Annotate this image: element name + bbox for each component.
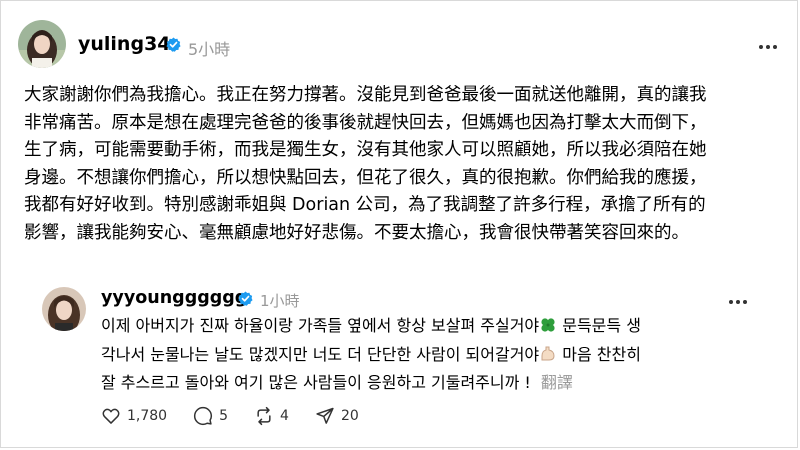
more-horizontal-icon[interactable] <box>728 293 748 305</box>
post-line: 我都有好好收到。特別感謝乖姐與 Dorian 公司，為了我調整了許多行程，承擔了… <box>24 195 706 215</box>
reply-line: 각나서 눈물나는 날도 많겠지만 너도 더 단단한 사람이 되어갈거야 마음 찬… <box>101 342 781 371</box>
comment-icon <box>194 406 213 426</box>
post-line: 生了病，可能需要動手術，而我是獨生女，沒有其他家人可以照顧她，所以我必須陪在她 <box>24 140 707 160</box>
post-line: 非常痛苦。原本是想在處理完爸爸的後事後就趕快回去，但媽媽也因為打擊太大而倒下， <box>24 112 707 133</box>
reply-line-text: 각나서 눈물나는 날도 많겠지만 너도 더 단단한 사람이 되어갈거야 <box>101 344 540 364</box>
like-count: 1,780 <box>127 408 168 424</box>
repost-count: 4 <box>280 408 289 424</box>
reply-avatar[interactable] <box>42 287 86 331</box>
reply-time: 1小時 <box>260 292 300 310</box>
post-avatar[interactable] <box>18 20 66 68</box>
reply-line-text: 잘 추스르고 돌아와 여기 많은 사람들이 응원하고 기둘려주니까 ! <box>101 373 531 392</box>
post-line: 影響，讓我能夠安心、毫無顧慮地好好悲傷。不要太擔心，我會很快帶著笑容回來的。 <box>24 222 689 243</box>
post-body: 大家謝謝你們為我擔心。我正在努力撐著。沒能見到爸爸最後一面就送他離開，真的讓我 … <box>24 82 784 247</box>
verified-badge-icon <box>238 291 253 306</box>
post-time: 5小時 <box>188 40 231 59</box>
post-username[interactable]: yuling34 <box>78 33 171 55</box>
translate-link[interactable]: 翻譯 <box>541 373 573 392</box>
reply-line-text: 이제 아버지가 진짜 하율이랑 가족들 옆에서 항상 보살펴 주실거야 <box>101 316 540 335</box>
send-icon <box>316 407 334 424</box>
comment-count: 5 <box>219 408 229 424</box>
reply-line: 잘 추스르고 돌아와 여기 많은 사람들이 응원하고 기둘려주니까 ! 翻譯 <box>101 370 781 396</box>
reply-line-text: 문득문득 생 <box>557 316 641 335</box>
repost-button[interactable]: 4 <box>254 406 289 426</box>
post-line: 身邊。不想讓你們擔心，所以想快點回去，但花了很久，真的很抱歉。你們給我的應援， <box>24 167 707 188</box>
flexed-biceps-icon <box>539 345 557 371</box>
share-button[interactable]: 20 <box>315 406 359 426</box>
verified-badge-icon <box>166 37 181 52</box>
four-leaf-clover-icon <box>539 316 557 342</box>
like-button[interactable]: 1,780 <box>101 406 167 426</box>
reply-username[interactable]: yyyoungggggg <box>101 288 247 308</box>
post-line: 大家謝謝你們為我擔心。我正在努力撐著。沒能見到爸爸最後一面就送他離開，真的讓我 <box>24 85 707 105</box>
reply-body: 이제 아버지가 진짜 하율이랑 가족들 옆에서 항상 보살펴 주실거야 문득문득… <box>101 313 781 396</box>
comment-button[interactable]: 5 <box>193 406 228 426</box>
action-bar: 1,780 5 4 20 <box>101 405 385 427</box>
reply-line: 이제 아버지가 진짜 하율이랑 가족들 옆에서 항상 보살펴 주실거야 문득문득… <box>101 313 781 342</box>
share-count: 20 <box>340 408 359 424</box>
repost-icon <box>257 406 271 426</box>
heart-icon <box>102 408 120 424</box>
reply-line-text: 마음 찬찬히 <box>557 344 641 364</box>
more-horizontal-icon[interactable] <box>758 38 778 50</box>
